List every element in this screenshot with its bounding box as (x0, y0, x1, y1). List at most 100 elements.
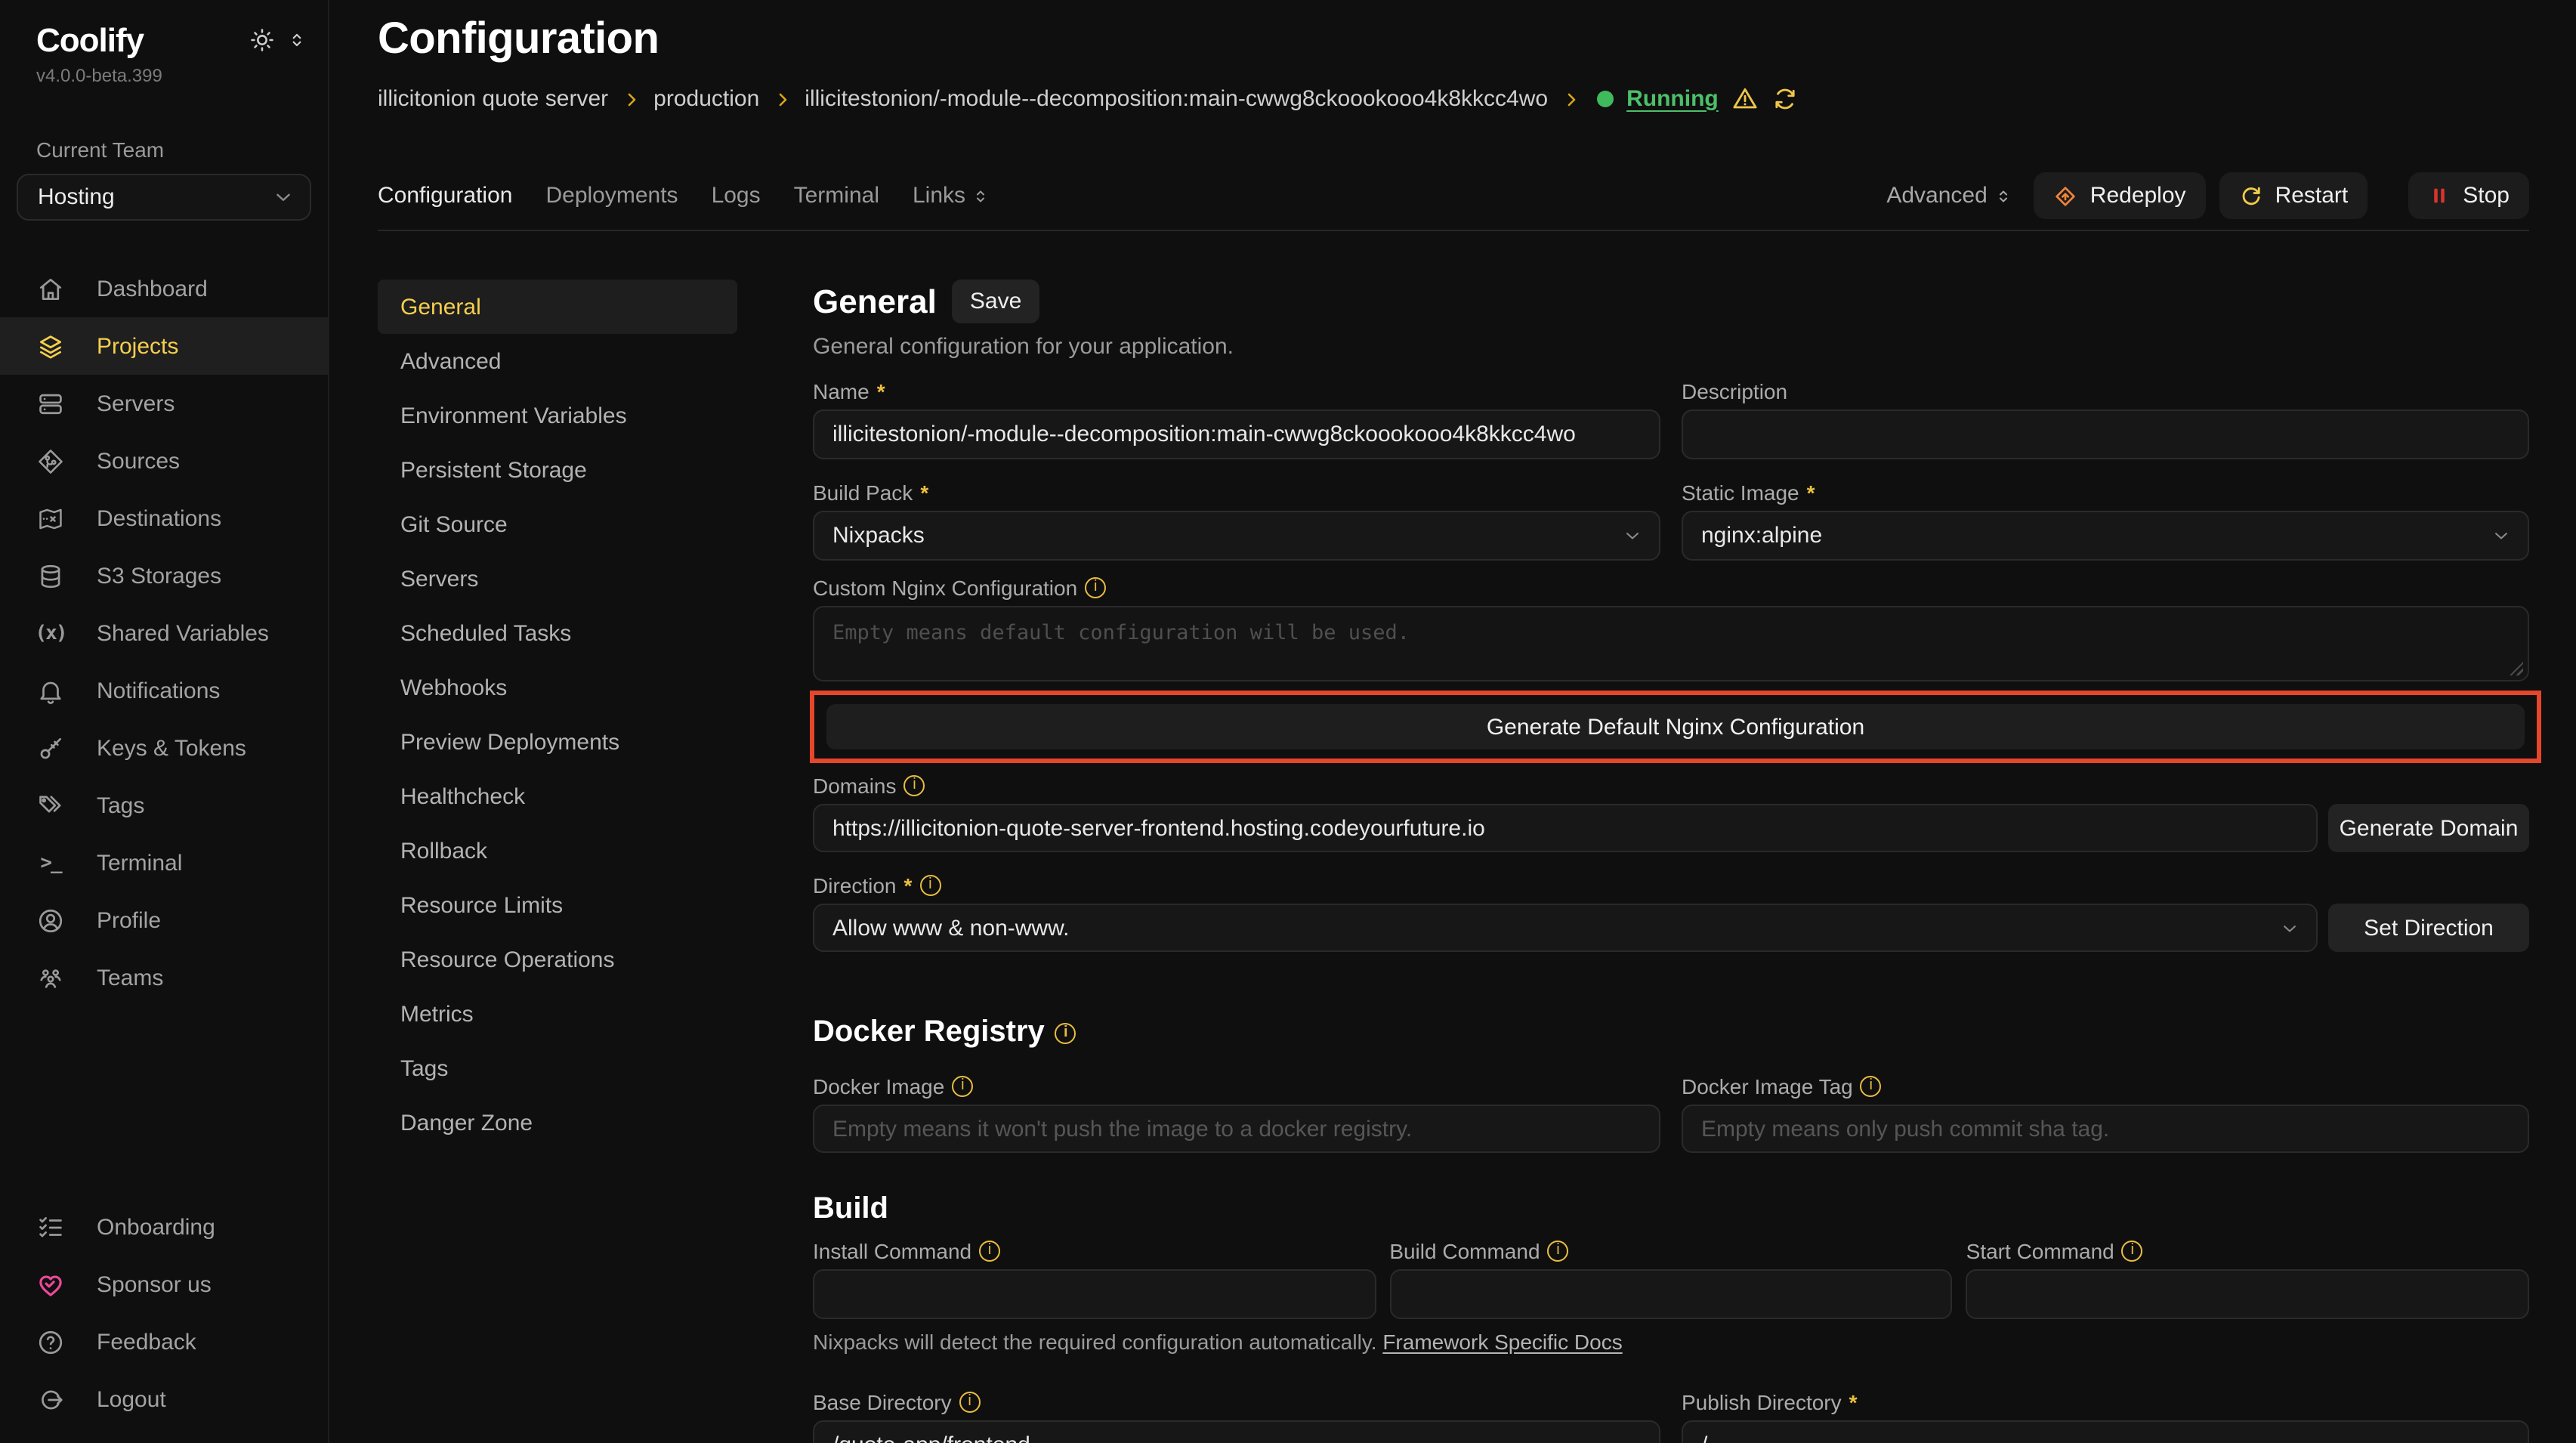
install-command-label: Install Command i (813, 1239, 1376, 1263)
stop-button[interactable]: Stop (2408, 172, 2529, 219)
theme-toggle[interactable] (249, 27, 307, 53)
subnav-item-scheduled-tasks[interactable]: Scheduled Tasks (378, 606, 737, 660)
annotation-highlight-box: Generate Default Nginx Configuration (810, 691, 2541, 763)
bell-icon (36, 676, 65, 705)
sun-icon[interactable] (249, 27, 275, 53)
tab-configuration[interactable]: Configuration (378, 183, 512, 209)
build-command-input[interactable] (1389, 1269, 1952, 1319)
subnav-item-metrics[interactable]: Metrics (378, 987, 737, 1041)
sidebar-item-notifications[interactable]: Notifications (0, 662, 328, 719)
publish-directory-input[interactable] (1682, 1420, 2529, 1443)
sidebar-item-shared-variables[interactable]: (x) Shared Variables (0, 604, 328, 662)
sidebar-item-label: Logout (97, 1386, 166, 1412)
sidebar-item-teams[interactable]: Teams (0, 949, 328, 1006)
docker-image-tag-input[interactable] (1682, 1105, 2529, 1153)
chevrons-up-down-icon[interactable] (287, 30, 307, 50)
breadcrumb-item-application[interactable]: illicitestonion/-module--decomposition:m… (805, 85, 1548, 111)
build-pack-label: Build Pack* (813, 480, 1660, 505)
info-icon[interactable]: i (1055, 1022, 1076, 1043)
warning-icon[interactable] (1732, 85, 1759, 112)
sidebar-item-keys-tokens[interactable]: Keys & Tokens (0, 719, 328, 777)
breadcrumb-item-project[interactable]: illicitonion quote server (378, 85, 608, 111)
subnav-item-resource-operations[interactable]: Resource Operations (378, 932, 737, 987)
info-icon[interactable]: i (2122, 1241, 2143, 1262)
sidebar-item-terminal[interactable]: >_ Terminal (0, 834, 328, 891)
start-command-input[interactable] (1966, 1269, 2529, 1319)
subnav-item-preview-deployments[interactable]: Preview Deployments (378, 715, 737, 769)
advanced-menu[interactable]: Advanced (1886, 183, 2012, 209)
description-field[interactable] (1682, 409, 2529, 459)
refresh-icon[interactable] (1773, 85, 1799, 111)
tab-terminal[interactable]: Terminal (794, 183, 879, 209)
subnav-item-resource-limits[interactable]: Resource Limits (378, 878, 737, 932)
sidebar-item-projects[interactable]: Projects (0, 317, 328, 375)
sidebar-item-label: Destinations (97, 505, 221, 531)
info-icon[interactable]: i (919, 875, 941, 896)
breadcrumb-item-environment[interactable]: production (653, 85, 759, 111)
sidebar-item-label: Feedback (97, 1329, 196, 1355)
tags-icon (36, 791, 65, 820)
sidebar-item-servers[interactable]: Servers (0, 375, 328, 432)
redeploy-icon (2054, 184, 2078, 208)
generate-domain-button[interactable]: Generate Domain (2328, 804, 2529, 852)
base-directory-input[interactable] (813, 1420, 1660, 1443)
framework-docs-link[interactable]: Framework Specific Docs (1382, 1330, 1622, 1354)
subnav-item-general[interactable]: General (378, 280, 737, 334)
build-pack-select[interactable]: Nixpacks (813, 511, 1660, 561)
info-icon[interactable]: i (1548, 1241, 1569, 1262)
sidebar-item-dashboard[interactable]: Dashboard (0, 260, 328, 317)
subnav-item-rollback[interactable]: Rollback (378, 823, 737, 878)
install-command-input[interactable] (813, 1269, 1376, 1319)
subnav-item-git-source[interactable]: Git Source (378, 497, 737, 552)
subnav-item-webhooks[interactable]: Webhooks (378, 660, 737, 715)
info-icon[interactable]: i (952, 1076, 973, 1097)
subnav-item-advanced[interactable]: Advanced (378, 334, 737, 388)
sidebar-item-profile[interactable]: Profile (0, 891, 328, 949)
subnav-item-healthcheck[interactable]: Healthcheck (378, 769, 737, 823)
sidebar-item-sources[interactable]: Sources (0, 432, 328, 490)
generate-nginx-config-button[interactable]: Generate Default Nginx Configuration (826, 704, 2525, 749)
save-button[interactable]: Save (952, 280, 1039, 323)
tab-links-label: Links (913, 183, 965, 209)
status-dot (1596, 90, 1613, 107)
domains-input[interactable] (813, 804, 2318, 852)
chevron-down-icon (2278, 916, 2301, 939)
sidebar-item-tags[interactable]: Tags (0, 777, 328, 834)
set-direction-button[interactable]: Set Direction (2328, 904, 2529, 952)
direction-select[interactable]: Allow www & non-www. (813, 904, 2318, 952)
toolbar: Configuration Deployments Logs Terminal … (378, 172, 2529, 219)
config-subnav: General Advanced Environment Variables P… (378, 280, 737, 1443)
tab-logs[interactable]: Logs (712, 183, 761, 209)
docker-image-input[interactable] (813, 1105, 1660, 1153)
tab-deployments[interactable]: Deployments (545, 183, 678, 209)
status-running-link[interactable]: Running (1626, 85, 1719, 111)
sidebar-item-label: Servers (97, 391, 175, 416)
subnav-item-servers[interactable]: Servers (378, 552, 737, 606)
chevron-down-icon (272, 186, 295, 209)
tab-links[interactable]: Links (913, 183, 990, 209)
sidebar-item-s3-storages[interactable]: S3 Storages (0, 547, 328, 604)
info-icon[interactable]: i (1861, 1076, 1882, 1097)
sidebar-item-sponsor-us[interactable]: Sponsor us (0, 1256, 328, 1313)
subnav-item-environment-variables[interactable]: Environment Variables (378, 388, 737, 443)
sidebar-item-destinations[interactable]: Destinations (0, 490, 328, 547)
subnav-item-tags[interactable]: Tags (378, 1041, 737, 1095)
redeploy-button[interactable]: Redeploy (2034, 172, 2206, 219)
info-icon[interactable]: i (979, 1241, 1000, 1262)
static-image-select[interactable]: nginx:alpine (1682, 511, 2529, 561)
info-icon[interactable]: i (959, 1392, 981, 1413)
sidebar-item-onboarding[interactable]: Onboarding (0, 1198, 328, 1256)
name-field[interactable] (813, 409, 1660, 459)
restart-button[interactable]: Restart (2219, 172, 2368, 219)
sidebar-item-logout[interactable]: Logout (0, 1370, 328, 1428)
direction-label: Direction* i (813, 873, 2529, 898)
info-icon[interactable]: i (1085, 577, 1106, 598)
sidebar-item-feedback[interactable]: Feedback (0, 1313, 328, 1370)
subnav-item-persistent-storage[interactable]: Persistent Storage (378, 443, 737, 497)
sidebar-item-label: Teams (97, 965, 163, 990)
sidebar-item-label: S3 Storages (97, 563, 221, 589)
info-icon[interactable]: i (904, 775, 925, 796)
team-select[interactable]: Hosting (17, 174, 311, 221)
subnav-item-danger-zone[interactable]: Danger Zone (378, 1095, 737, 1150)
nginx-config-textarea[interactable] (813, 606, 2529, 681)
